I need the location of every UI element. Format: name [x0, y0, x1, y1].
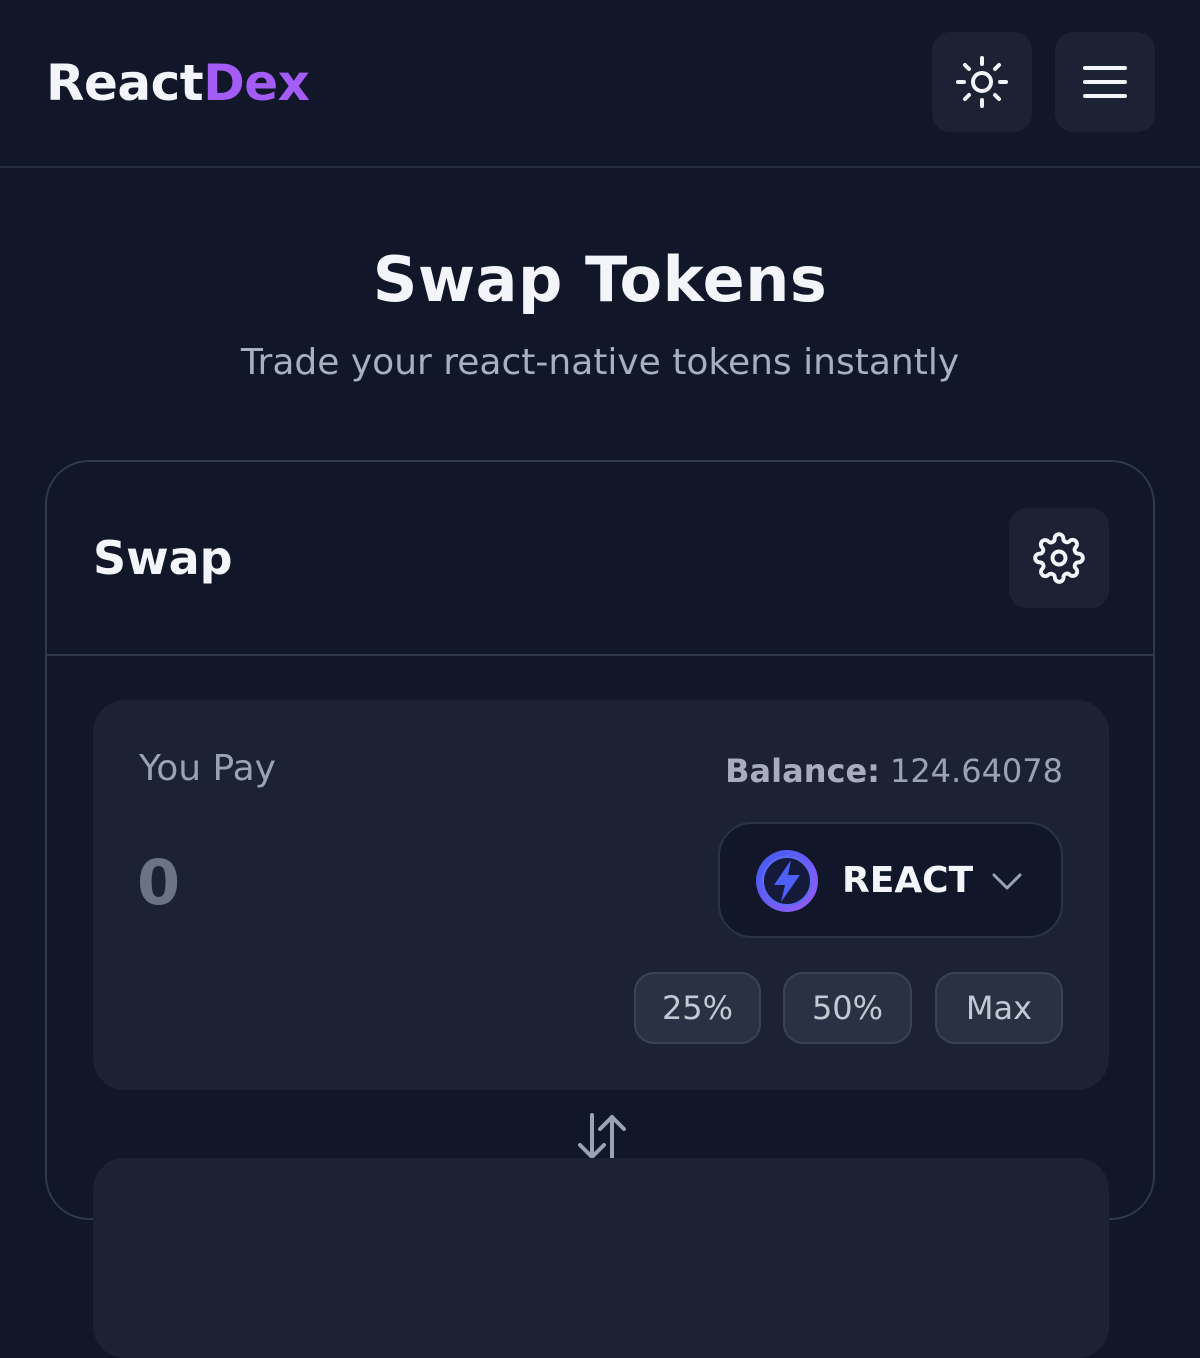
hamburger-menu-icon — [1083, 66, 1127, 98]
page-title: Swap Tokens — [372, 243, 828, 316]
page-subtitle: Trade your react-native tokens instantly — [240, 342, 960, 383]
swap-card-header: Swap — [47, 462, 1153, 656]
chevron-down-icon — [992, 873, 1022, 890]
swap-settings-button[interactable] — [1009, 508, 1109, 608]
app-logo[interactable]: ReactDex — [46, 52, 310, 114]
percent-50-button[interactable]: 50% — [783, 972, 912, 1044]
swap-card: Swap You Pay Balance: 124.64078 0 REACT … — [45, 460, 1155, 1358]
pay-token-symbol: REACT — [842, 860, 974, 901]
sun-icon — [956, 56, 1008, 108]
balance-label: Balance: — [725, 752, 880, 790]
pay-token-selector[interactable]: REACT — [718, 822, 1063, 938]
theme-toggle-button[interactable] — [932, 32, 1032, 132]
percent-max-button[interactable]: Max — [935, 972, 1063, 1044]
menu-button[interactable] — [1055, 32, 1155, 132]
balance-display: Balance: 124.64078 — [725, 748, 1063, 794]
top-header: ReactDex — [0, 0, 1200, 168]
percent-25-button[interactable]: 25% — [634, 972, 761, 1044]
you-pay-panel: You Pay Balance:124.64078 REACT — [93, 700, 1109, 1090]
lightning-bolt-icon — [756, 850, 818, 912]
you-pay-label: You Pay — [139, 748, 276, 789]
pay-amount-input[interactable] — [137, 842, 657, 922]
you-receive-panel — [93, 1158, 1109, 1358]
logo-text-dex: Dex — [203, 54, 310, 112]
balance-value: 124.64078 — [889, 752, 1063, 790]
logo-text-react: React — [46, 54, 204, 112]
swap-card-title: Swap — [93, 531, 233, 585]
gear-icon — [1033, 532, 1085, 584]
